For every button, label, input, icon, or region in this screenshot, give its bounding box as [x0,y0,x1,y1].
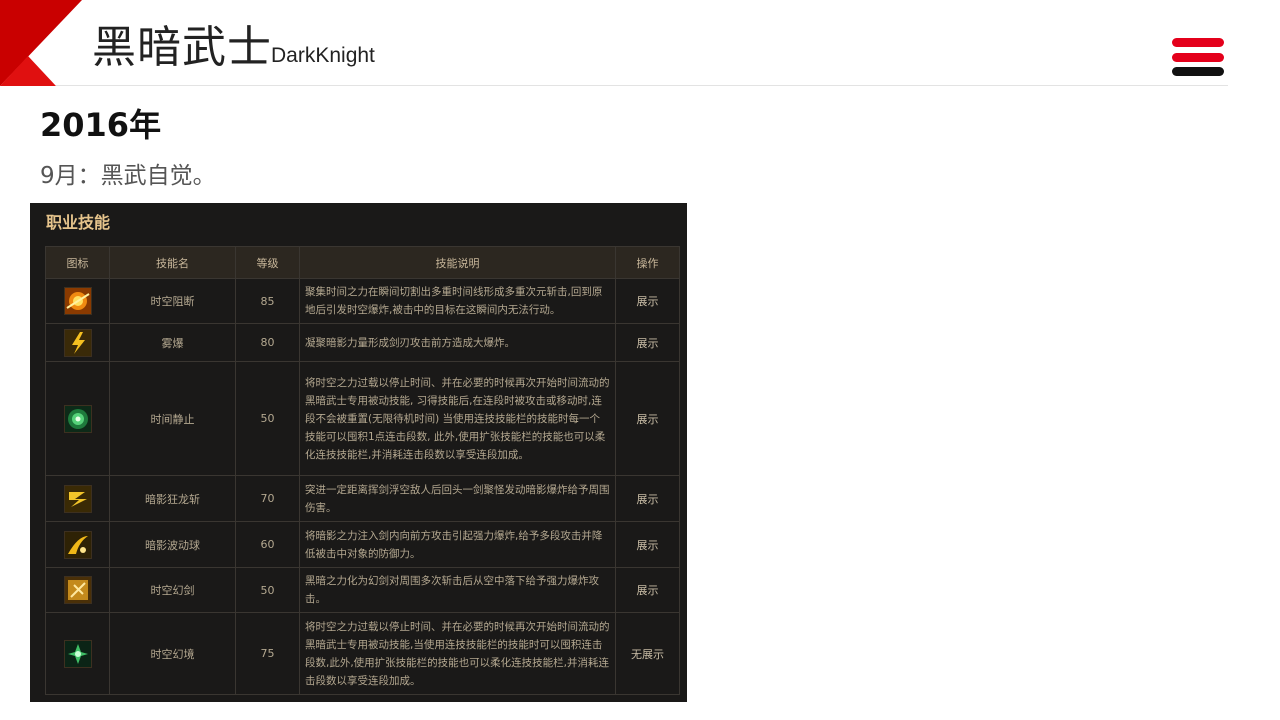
phantom-sword-icon [63,576,92,604]
table-row: 时空幻境 75 将时空之力过载以停止时间、并在必要的时候再次开始时间流动的黑暗武… [45,612,680,695]
skill-name: 暗影狂龙斩 [109,475,236,522]
green-swirl-icon [63,639,92,668]
show-action[interactable]: 展示 [615,361,680,476]
show-action[interactable]: 展示 [615,278,680,324]
skill-level: 60 [235,521,300,568]
col-header-level: 等级 [235,246,300,279]
icon-cell [45,278,110,324]
menu-bar-top [1172,38,1224,47]
skill-desc: 突进一定距离挥剑浮空敌人后回头一剑聚怪发动暗影爆炸给予周围伤害。 [299,475,616,522]
green-orb-icon [63,404,92,433]
skill-desc: 黑暗之力化为幻剑对周围多次斩击后从空中落下给予强力爆炸攻击。 [299,567,616,613]
skill-name: 暗影波动球 [109,521,236,568]
col-header-desc: 技能说明 [299,246,616,279]
skill-name: 雾爆 [109,323,236,362]
corner-decoration [0,0,82,86]
icon-cell [45,521,110,568]
skill-level: 50 [235,567,300,613]
event-text: 9月：黑武自觉。 [40,163,216,189]
skill-level: 50 [235,361,300,476]
icon-cell [45,361,110,476]
skill-level: 80 [235,323,300,362]
shadow-wave-icon [63,530,92,559]
table-header-row: 图标 技能名 等级 技能说明 操作 [45,246,680,279]
col-header-icon: 图标 [45,246,110,279]
menu-bar-bottom [1172,67,1224,76]
skill-level: 85 [235,278,300,324]
no-show-action: 无展示 [615,612,680,695]
show-action[interactable]: 展示 [615,567,680,613]
skill-desc: 将暗影之力注入剑内向前方攻击引起强力爆炸,给予多段攻击并降低被击中对象的防御力。 [299,521,616,568]
panel-title: 职业技能 [46,213,111,232]
header-divider [56,85,1228,86]
skill-level: 70 [235,475,300,522]
show-action[interactable]: 展示 [615,323,680,362]
skill-level: 75 [235,612,300,695]
flame-burst-icon [63,287,92,315]
col-header-name: 技能名 [109,246,236,279]
skills-panel-screenshot: 职业技能 图标 技能名 等级 技能说明 操作 时空阻断 85 聚集时间之力在瞬间… [30,203,687,702]
table-row: 时间静止 50 将时空之力过载以停止时间、并在必要的时候再次开始时间流动的黑暗武… [45,361,680,476]
dragon-strike-icon [63,484,92,513]
table-row: 暗影波动球 60 将暗影之力注入剑内向前方攻击引起强力爆炸,给予多段攻击并降低被… [45,521,680,568]
skill-name: 时空阻断 [109,278,236,324]
year-heading: 2016年 [40,106,162,144]
skill-name: 时空幻境 [109,612,236,695]
skill-desc: 将时空之力过载以停止时间、并在必要的时候再次开始时间流动的黑暗武士专用被动技能,… [299,612,616,695]
icon-cell [45,567,110,613]
table-row: 时空阻断 85 聚集时间之力在瞬间切割出多重时间线形成多重次元斩击,回到原地后引… [45,278,680,324]
table-row: 暗影狂龙斩 70 突进一定距离挥剑浮空敌人后回头一剑聚怪发动暗影爆炸给予周围伤害… [45,475,680,522]
table-row: 时空幻剑 50 黑暗之力化为幻剑对周围多次斩击后从空中落下给予强力爆炸攻击。 展… [45,567,680,613]
page-title: 黑暗武士 [92,22,272,73]
skill-desc: 将时空之力过载以停止时间、并在必要的时候再次开始时间流动的黑暗武士专用被动技能,… [299,361,616,476]
icon-cell [45,612,110,695]
table-row: 雾爆 80 凝聚暗影力量形成剑刃攻击前方造成大爆炸。 展示 [45,323,680,362]
skills-table: 图标 技能名 等级 技能说明 操作 时空阻断 85 聚集时间之力在瞬间切割出多重… [45,246,680,695]
skill-desc: 凝聚暗影力量形成剑刃攻击前方造成大爆炸。 [299,323,616,362]
icon-cell [45,475,110,522]
show-action[interactable]: 展示 [615,475,680,522]
hamburger-menu-button[interactable] [1172,38,1224,76]
icon-cell [45,323,110,362]
skill-name: 时间静止 [109,361,236,476]
skill-desc: 聚集时间之力在瞬间切割出多重时间线形成多重次元斩击,回到原地后引发时空爆炸,被击… [299,278,616,324]
lightning-slash-icon [63,328,92,357]
page-subtitle: DarkKnight [271,44,375,67]
skill-name: 时空幻剑 [109,567,236,613]
show-action[interactable]: 展示 [615,521,680,568]
col-header-action: 操作 [615,246,680,279]
menu-bar-middle [1172,52,1224,62]
